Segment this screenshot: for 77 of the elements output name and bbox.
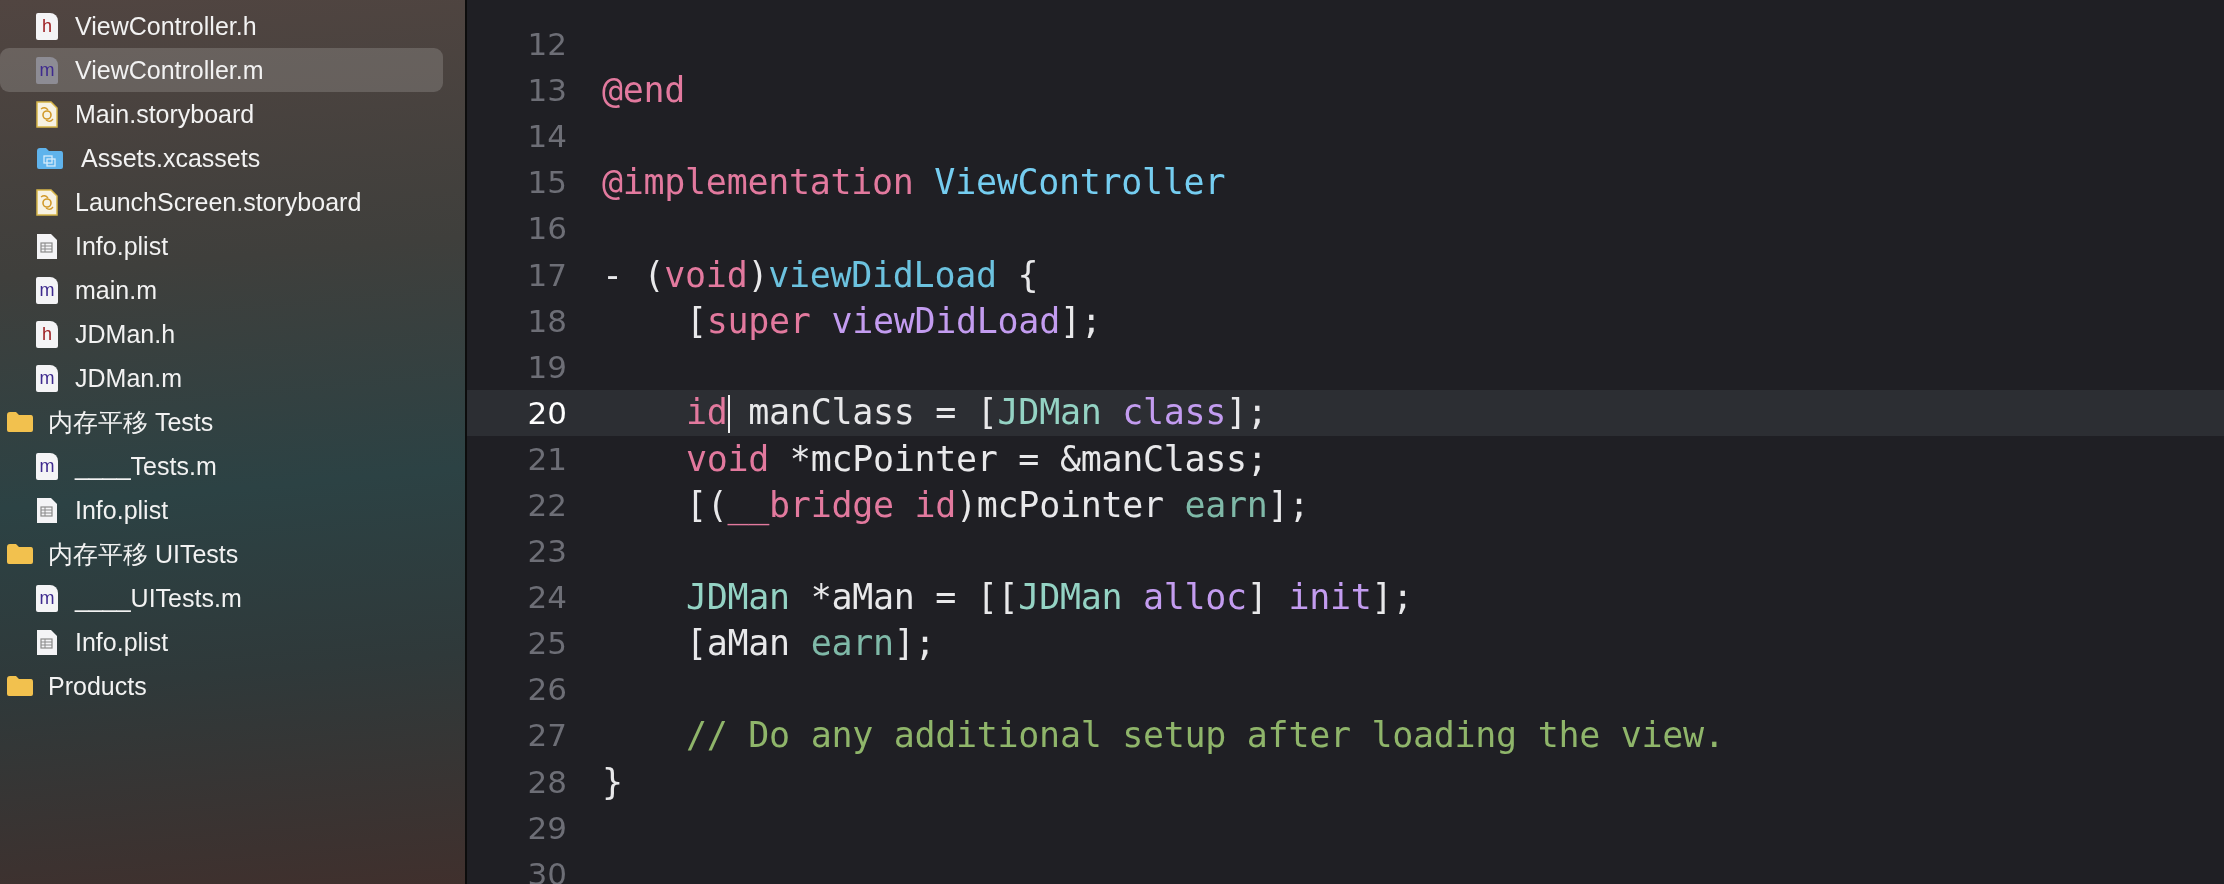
file-row[interactable]: Info.plist [0, 620, 443, 664]
table-file-icon [36, 496, 58, 524]
table-file-icon [36, 232, 58, 260]
line-number: 12 [526, 26, 567, 63]
file-name: LaunchScreen.storyboard [75, 187, 362, 217]
line-number: 17 [526, 256, 567, 293]
file-name: Assets.xcassets [81, 143, 261, 173]
line-number: 24 [526, 579, 567, 616]
line-number: 20 [526, 394, 567, 431]
code-line: - (void)viewDidLoad { [602, 254, 1039, 295]
line-number: 18 [526, 302, 567, 339]
file-row[interactable]: LaunchScreen.storyboard [0, 180, 443, 224]
file-row[interactable]: m ____UITests.m [0, 576, 443, 620]
file-name: JDMan.h [75, 319, 176, 349]
line-number: 26 [526, 671, 567, 708]
folder-name: 内存平移 Tests [48, 406, 214, 438]
code-line: [super viewDidLoad]; [686, 300, 1102, 341]
file-icon: m [36, 276, 58, 304]
line-number: 16 [526, 210, 567, 247]
file-name: ViewController.m [75, 55, 264, 85]
asset-folder-icon [36, 146, 64, 170]
code-line: id manClass = [JDMan class]; [686, 392, 1268, 434]
code-line: @end [602, 70, 686, 111]
code-line: [(__bridge id)mcPointer earn]; [686, 485, 1310, 525]
line-number: 15 [526, 164, 567, 201]
file-name: Info.plist [75, 495, 169, 525]
code-line: JDMan *aMan = [[JDMan alloc] init]; [686, 577, 1414, 618]
file-row[interactable]: h ViewController.h [0, 4, 443, 48]
file-row[interactable]: m ViewController.m [0, 48, 443, 92]
line-number: 27 [526, 717, 567, 754]
line-number: 29 [526, 809, 567, 846]
file-icon: h [36, 320, 58, 348]
code-line: @implementation ViewController [602, 162, 1226, 203]
file-name: ____Tests.m [75, 451, 217, 481]
file-name: ViewController.h [75, 11, 257, 41]
file-row[interactable]: m JDMan.m [0, 356, 443, 400]
file-name: Main.storyboard [75, 99, 255, 129]
folder-icon [6, 675, 34, 697]
line-number: 22 [526, 487, 567, 523]
file-name: main.m [75, 275, 157, 305]
file-name: ____UITests.m [75, 583, 242, 613]
file-row[interactable]: Info.plist [0, 224, 443, 268]
line-number: 21 [526, 440, 567, 477]
file-row[interactable]: Main.storyboard [0, 92, 443, 136]
folder-row[interactable]: Products [0, 664, 443, 708]
code-line: [aMan earn]; [686, 623, 936, 664]
file-name: Info.plist [75, 627, 169, 657]
file-row[interactable]: Assets.xcassets [0, 136, 443, 180]
file-name: JDMan.m [75, 363, 182, 393]
file-icon: h [36, 12, 58, 40]
line-number: 19 [526, 348, 567, 385]
file-name: Info.plist [75, 231, 169, 261]
line-number: 14 [526, 118, 567, 155]
line-number: 25 [526, 625, 567, 662]
file-row[interactable]: Info.plist [0, 488, 443, 532]
folder-name: 内存平移 UITests [48, 538, 239, 570]
code-line: } [602, 761, 623, 802]
file-icon: m [36, 364, 58, 392]
line-number: 28 [526, 763, 567, 800]
code-line: // Do any additional setup after loading the view. [686, 715, 1725, 756]
file-icon: m [36, 452, 58, 480]
file-row[interactable]: h JDMan.h [0, 312, 443, 356]
line-number: 23 [526, 533, 567, 570]
line-number: 13 [526, 72, 567, 109]
storyboard-icon [36, 188, 58, 216]
folder-icon [6, 543, 34, 565]
file-row[interactable]: m main.m [0, 268, 443, 312]
file-icon: m [36, 56, 58, 84]
code-line: void *mcPointer = &manClass; [686, 438, 1268, 479]
storyboard-icon [36, 100, 58, 128]
folder-row[interactable]: 内存平移 Tests [0, 400, 443, 444]
folder-name: Products [48, 671, 147, 701]
table-file-icon [36, 628, 58, 656]
folder-icon [6, 411, 34, 433]
file-row[interactable]: m ____Tests.m [0, 444, 443, 488]
file-icon: m [36, 584, 58, 612]
folder-row[interactable]: 内存平移 UITests [0, 532, 443, 576]
